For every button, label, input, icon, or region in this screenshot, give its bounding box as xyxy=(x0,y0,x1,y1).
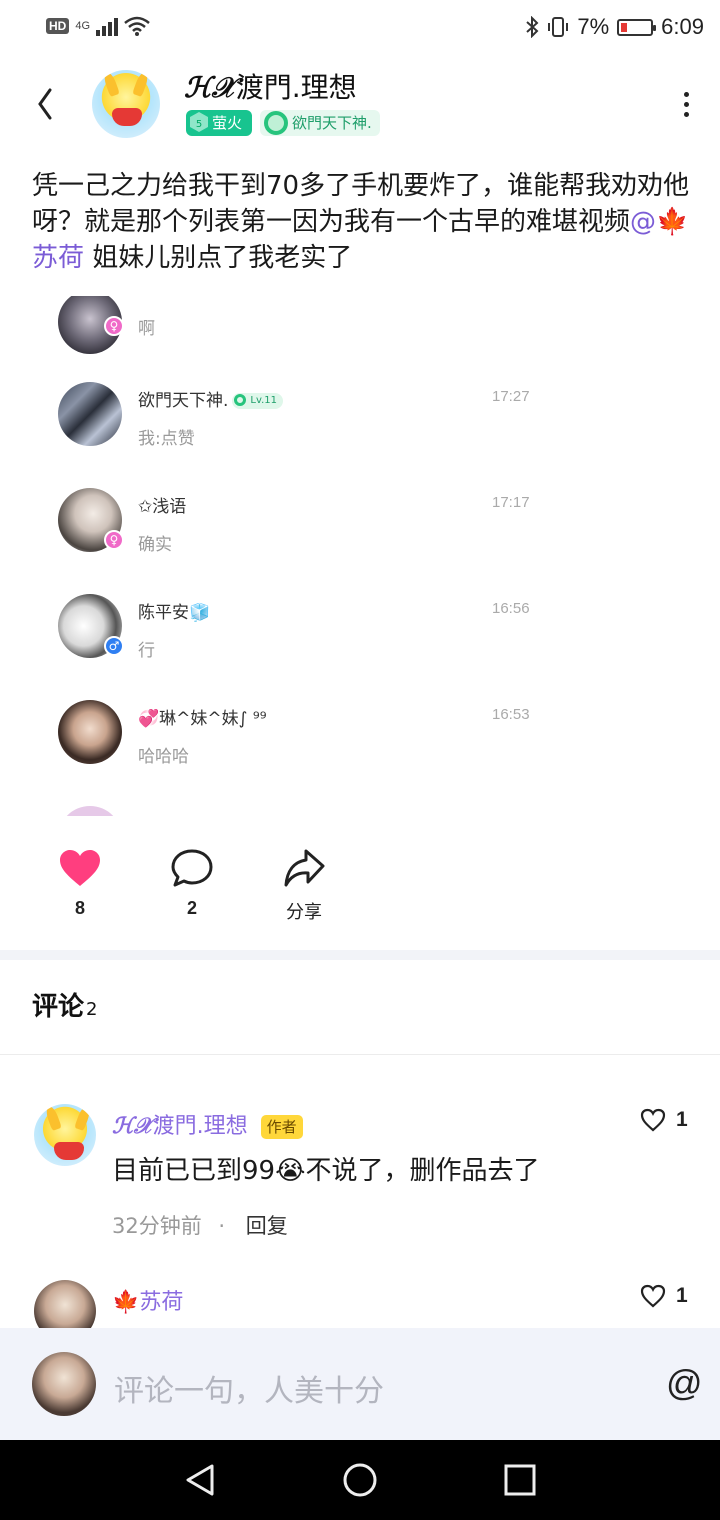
nav-recents-icon[interactable] xyxy=(500,1460,540,1500)
author-avatar[interactable] xyxy=(92,70,160,138)
author-badges: 5 萤火 欲門天下神. xyxy=(186,110,380,136)
heart-outline-icon xyxy=(640,1284,666,1308)
commenter-name[interactable]: 🍁苏荷 xyxy=(112,1284,183,1316)
reply-button[interactable]: 回复 xyxy=(246,1214,288,1238)
chat-row: ♀ 啊 xyxy=(0,296,720,396)
female-icon: ♀ xyxy=(104,530,124,550)
comment-button[interactable]: 2 xyxy=(162,848,222,919)
group-badge-label: 欲門天下神. xyxy=(292,114,372,132)
comments-heading: 评论 2 xyxy=(32,986,104,1023)
chat-avatar xyxy=(58,806,122,816)
chat-message: 哈哈哈 xyxy=(138,747,189,767)
meta-separator: · xyxy=(218,1214,226,1238)
chat-name: 陈平安🧊 xyxy=(138,603,211,623)
chat-name: 欲門天下神. Lv.11 xyxy=(138,386,284,411)
heart-icon xyxy=(60,850,100,886)
status-right: 7% 6:09 xyxy=(525,14,704,40)
nav-back-icon[interactable] xyxy=(180,1460,220,1500)
comment-input[interactable]: 评论一句，人美十分 xyxy=(114,1366,384,1410)
chat-time: 17:27 xyxy=(492,388,530,405)
chat-message: 啊 xyxy=(138,319,155,339)
signal-icon xyxy=(96,16,119,36)
post-actions: 8 2 分享 xyxy=(0,848,720,938)
commenter-name-text: 渡門.理想 xyxy=(152,1114,248,1139)
commenter-name[interactable]: ℋ𝒳渡門.理想 作者 xyxy=(112,1108,303,1140)
post-text: 凭一己之力给我干到70多了手机要炸了，谁能帮我劝劝他呀？就是那个列表第一因为我有… xyxy=(32,168,692,276)
heart-outline-icon xyxy=(640,1108,666,1132)
status-bar: HD 4G 7% 6:09 xyxy=(0,0,720,58)
share-label: 分享 xyxy=(286,902,322,923)
commenter-avatar[interactable] xyxy=(34,1104,96,1166)
level-badge-label: 萤火 xyxy=(212,114,243,132)
group-badge[interactable]: 欲門天下神. xyxy=(260,110,380,136)
chat-row: ♀ ✩浅语 17:17 确实 xyxy=(0,488,720,594)
chat-row: 欲門天下神. Lv.11 17:27 我:点赞 xyxy=(0,382,720,488)
network-type: 4G xyxy=(75,20,91,32)
male-icon: ♂ xyxy=(104,636,124,656)
chat-name: 💞琳^妹^妹∫ ⁹⁹ xyxy=(138,709,267,729)
wifi-icon xyxy=(124,16,150,36)
comment-like-button[interactable]: 1 xyxy=(640,1284,688,1308)
my-avatar xyxy=(32,1352,96,1416)
like-button[interactable]: 8 xyxy=(50,848,110,919)
comment-count: 2 xyxy=(186,898,197,918)
comments-count: 2 xyxy=(86,999,98,1020)
clock: 6:09 xyxy=(661,14,704,39)
author-name-text: 渡門.理想 xyxy=(235,71,357,104)
chat-time: 16:53 xyxy=(492,706,530,723)
comment-like-button[interactable]: 1 xyxy=(640,1108,688,1132)
back-arrow-icon[interactable] xyxy=(32,84,62,124)
comment-text: 目前已已到99😭不说了，删作品去了 xyxy=(112,1156,540,1186)
chat-avatar xyxy=(58,382,122,446)
comment-like-count: 1 xyxy=(676,1108,688,1131)
author-tag: 作者 xyxy=(260,1115,303,1139)
comment-like-count: 1 xyxy=(676,1284,688,1307)
commenter-name-prefix: ℋ𝒳 xyxy=(112,1113,153,1139)
comment-time: 32分钟前 xyxy=(112,1214,202,1238)
chat-message: 行 xyxy=(138,641,155,661)
comment-meta: 32分钟前 · 回复 xyxy=(112,1210,288,1240)
level-badge[interactable]: 5 萤火 xyxy=(186,110,253,136)
post-body-end: 姐妹儿别点了我老实了 xyxy=(84,243,353,273)
comment-bubble-icon xyxy=(171,849,213,887)
chat-row xyxy=(0,806,720,816)
post-body: 凭一己之力给我干到70多了手机要炸了，谁能帮我劝劝他呀？就是那个列表第一因为我有… xyxy=(32,171,690,237)
comments-title: 评论 xyxy=(32,992,85,1022)
status-left: HD 4G xyxy=(46,16,150,36)
nav-home-icon[interactable] xyxy=(340,1460,380,1500)
bluetooth-icon xyxy=(526,16,539,38)
author-name-prefix: ℋ𝒳 xyxy=(184,71,236,104)
system-nav-bar xyxy=(0,1440,720,1520)
more-options-icon[interactable] xyxy=(682,92,690,120)
chat-avatar xyxy=(58,700,122,764)
chat-row: 💞琳^妹^妹∫ ⁹⁹ 16:53 哈哈哈 xyxy=(0,700,720,806)
share-arrow-icon xyxy=(284,849,325,887)
post-image[interactable]: ♀ 啊 欲門天下神. Lv.11 17:27 我:点赞 ♀ ✩浅语 17:17 确… xyxy=(0,296,720,816)
chat-message: 我:点赞 xyxy=(138,429,195,449)
author-name[interactable]: ℋ𝒳渡門.理想 xyxy=(184,66,357,106)
hd-indicator: HD xyxy=(46,18,70,34)
divider xyxy=(0,1054,720,1055)
chat-message: 确实 xyxy=(138,535,172,555)
like-count: 8 xyxy=(74,898,85,918)
chat-time: 17:17 xyxy=(492,494,530,511)
level-number: 5 xyxy=(190,112,208,132)
section-divider xyxy=(0,950,720,960)
share-button[interactable]: 分享 xyxy=(274,848,334,924)
battery-percent: 7% xyxy=(577,14,610,39)
chat-row: ♂ 陈平安🧊 16:56 行 xyxy=(0,594,720,700)
group-badge-icon xyxy=(264,111,289,135)
post-header: ℋ𝒳渡門.理想 5 萤火 欲門天下神. xyxy=(0,60,720,150)
female-icon: ♀ xyxy=(104,316,124,336)
level-tag: Lv.11 xyxy=(232,393,284,409)
chat-name: ✩浅语 xyxy=(138,497,187,517)
chat-name-text: 欲門天下神. xyxy=(138,391,229,411)
comment-input-bar: 评论一句，人美十分 @ xyxy=(0,1328,720,1440)
vibrate-icon xyxy=(548,17,569,37)
battery-icon xyxy=(617,18,657,36)
mention-button[interactable]: @ xyxy=(666,1362,703,1404)
chat-time: 16:56 xyxy=(492,600,530,617)
